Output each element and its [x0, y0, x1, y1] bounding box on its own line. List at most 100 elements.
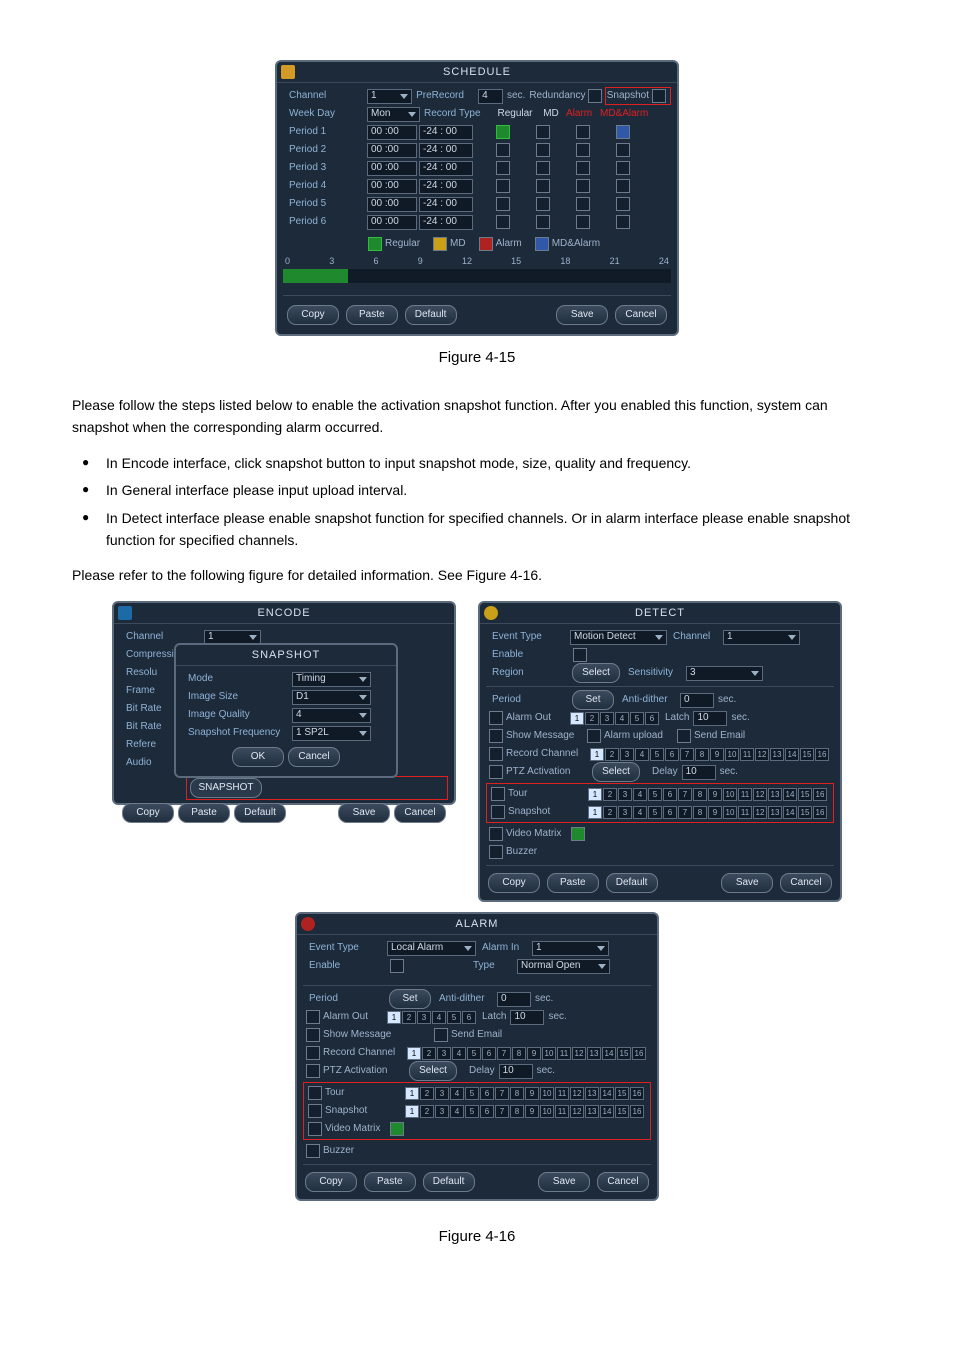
save-button[interactable]: Save [556, 305, 608, 325]
md-checkbox[interactable] [536, 215, 550, 229]
regular-checkbox[interactable] [496, 179, 510, 193]
save-button[interactable]: Save [721, 873, 773, 893]
record-channel-channels[interactable]: 12345678910111213141516 [407, 1047, 646, 1060]
snapshot-frequency-select[interactable]: 1 SP2L [292, 726, 371, 741]
alarm-upload-checkbox[interactable] [587, 729, 601, 743]
mdalarm-checkbox[interactable] [616, 215, 630, 229]
region-select-button[interactable]: Select [572, 663, 620, 683]
sensitivity-select[interactable]: 3 [686, 666, 763, 681]
alarm-checkbox[interactable] [576, 179, 590, 193]
video-matrix-checkbox[interactable] [489, 827, 503, 841]
channel-select[interactable]: 1 [367, 89, 412, 104]
period-start-input[interactable]: 00 :00 [367, 143, 417, 158]
latch-input[interactable]: 10 [693, 711, 727, 726]
snapshot-checkbox[interactable] [308, 1104, 322, 1118]
period-end-input[interactable]: -24 : 00 [419, 197, 473, 212]
show-message-checkbox[interactable] [306, 1028, 320, 1042]
redundancy-checkbox[interactable] [588, 89, 601, 103]
mdalarm-checkbox[interactable] [616, 143, 630, 157]
delay-input[interactable]: 10 [682, 765, 716, 780]
ptz-checkbox[interactable] [489, 765, 503, 779]
latch-input[interactable]: 10 [510, 1010, 544, 1025]
alarm-checkbox[interactable] [576, 125, 590, 139]
tour-checkbox[interactable] [491, 787, 505, 801]
paste-button[interactable]: Paste [178, 803, 230, 823]
regular-checkbox[interactable] [496, 143, 510, 157]
md-checkbox[interactable] [536, 143, 550, 157]
regular-checkbox[interactable] [496, 161, 510, 175]
alarm-out-channels[interactable]: 123456 [387, 1011, 476, 1024]
snapshot-checkbox[interactable] [491, 805, 505, 819]
weekday-select[interactable]: Mon [367, 107, 420, 122]
mode-select[interactable]: Timing [292, 672, 371, 687]
copy-button[interactable]: Copy [287, 305, 339, 325]
event-type-select[interactable]: Motion Detect [570, 630, 667, 645]
cancel-button[interactable]: Cancel [597, 1172, 649, 1192]
alarm-checkbox[interactable] [576, 197, 590, 211]
paste-button[interactable]: Paste [547, 873, 599, 893]
alarm-out-channels[interactable]: 123456 [570, 712, 659, 725]
md-checkbox[interactable] [536, 125, 550, 139]
period-set-button[interactable]: Set [389, 989, 431, 1009]
buzzer-checkbox[interactable] [489, 845, 503, 859]
save-button[interactable]: Save [538, 1172, 590, 1192]
alarm-checkbox[interactable] [576, 161, 590, 175]
image-size-select[interactable]: D1 [292, 690, 371, 705]
period-end-input[interactable]: -24 : 00 [419, 179, 473, 194]
period-end-input[interactable]: -24 : 00 [419, 143, 473, 158]
record-channel-checkbox[interactable] [489, 747, 503, 761]
send-email-checkbox[interactable] [434, 1028, 448, 1042]
period-set-button[interactable]: Set [572, 690, 614, 710]
regular-checkbox[interactable] [496, 197, 510, 211]
period-start-input[interactable]: 00 :00 [367, 179, 417, 194]
period-end-input[interactable]: -24 : 00 [419, 215, 473, 230]
period-start-input[interactable]: 00 :00 [367, 125, 417, 140]
paste-button[interactable]: Paste [346, 305, 398, 325]
enable-checkbox[interactable] [573, 648, 587, 662]
anti-dither-input[interactable]: 0 [680, 693, 714, 708]
cancel-button[interactable]: Cancel [394, 803, 446, 823]
copy-button[interactable]: Copy [122, 803, 174, 823]
record-channel-channels[interactable]: 12345678910111213141516 [590, 748, 829, 761]
period-start-input[interactable]: 00 :00 [367, 215, 417, 230]
copy-button[interactable]: Copy [488, 873, 540, 893]
snapshot-button[interactable]: SNAPSHOT [190, 778, 262, 798]
mdalarm-checkbox[interactable] [616, 179, 630, 193]
ptz-select-button[interactable]: Select [409, 1061, 457, 1081]
video-matrix-ch1[interactable] [390, 1122, 404, 1136]
md-checkbox[interactable] [536, 179, 550, 193]
alarm-checkbox[interactable] [576, 143, 590, 157]
period-start-input[interactable]: 00 :00 [367, 197, 417, 212]
regular-checkbox[interactable] [496, 125, 510, 139]
cancel-button[interactable]: Cancel [615, 305, 667, 325]
default-button[interactable]: Default [234, 803, 286, 823]
period-end-input[interactable]: -24 : 00 [419, 125, 473, 140]
buzzer-checkbox[interactable] [306, 1144, 320, 1158]
mdalarm-checkbox[interactable] [616, 161, 630, 175]
video-matrix-checkbox[interactable] [308, 1122, 322, 1136]
paste-button[interactable]: Paste [364, 1172, 416, 1192]
channel-select[interactable]: 1 [723, 630, 800, 645]
record-channel-checkbox[interactable] [306, 1046, 320, 1060]
ptz-select-button[interactable]: Select [592, 762, 640, 782]
image-quality-select[interactable]: 4 [292, 708, 371, 723]
period-end-input[interactable]: -24 : 00 [419, 161, 473, 176]
tour-channels[interactable]: 12345678910111213141516 [588, 788, 827, 801]
send-email-checkbox[interactable] [677, 729, 691, 743]
md-checkbox[interactable] [536, 161, 550, 175]
snapshot-checkbox[interactable] [652, 89, 666, 103]
prerecord-input[interactable]: 4 [478, 89, 503, 104]
tour-checkbox[interactable] [308, 1086, 322, 1100]
default-button[interactable]: Default [405, 305, 457, 325]
ptz-checkbox[interactable] [306, 1064, 320, 1078]
video-matrix-ch1[interactable] [571, 827, 585, 841]
snapshot-channels[interactable]: 12345678910111213141516 [405, 1105, 644, 1118]
anti-dither-input[interactable]: 0 [497, 992, 531, 1007]
copy-button[interactable]: Copy [305, 1172, 357, 1192]
alarm-out-checkbox[interactable] [306, 1010, 320, 1024]
event-type-select[interactable]: Local Alarm [387, 941, 476, 956]
mdalarm-checkbox[interactable] [616, 125, 630, 139]
alarm-in-select[interactable]: 1 [532, 941, 609, 956]
mdalarm-checkbox[interactable] [616, 197, 630, 211]
cancel-button[interactable]: Cancel [288, 747, 340, 767]
